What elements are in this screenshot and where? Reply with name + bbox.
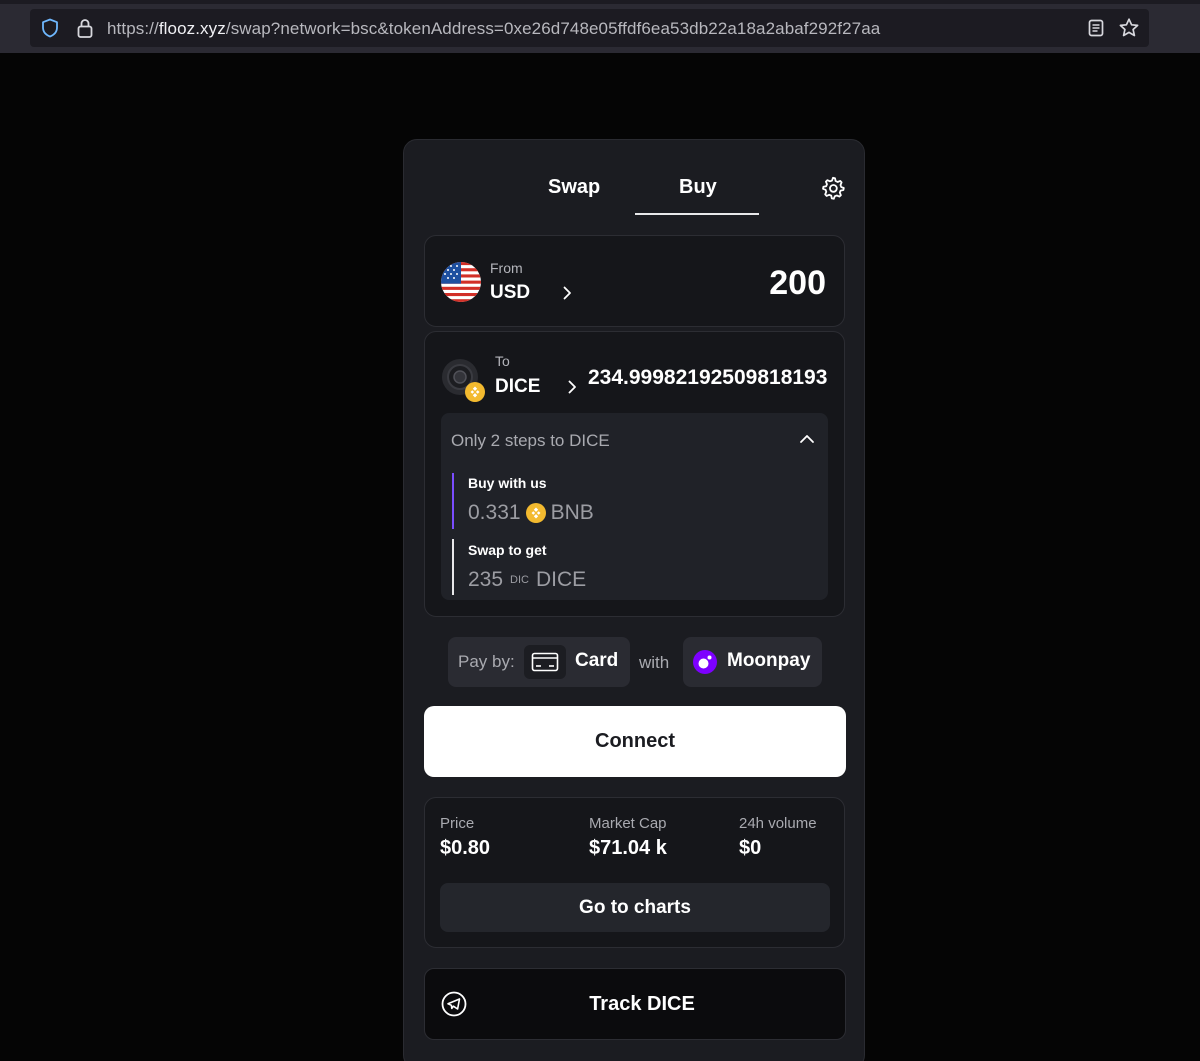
step2-title: Swap to get (468, 542, 547, 558)
chevron-up-icon[interactable] (799, 433, 815, 445)
with-label: with (639, 653, 670, 672)
tab-strip (0, 0, 1200, 4)
step1-value: 0.331 BNB (468, 501, 594, 525)
price-value: $0.80 (440, 837, 491, 859)
payment-provider-selector[interactable]: Moonpay (683, 637, 822, 687)
to-amount-value: 234.999821925098181937 (588, 366, 828, 389)
url-text[interactable]: https://flooz.xyz/swap?network=bsc&token… (107, 19, 880, 39)
step1-title: Buy with us (468, 475, 547, 491)
from-amount-input[interactable]: 200 (769, 264, 826, 303)
tab-buy[interactable]: Buy (679, 176, 717, 199)
bnb-coin-icon (525, 503, 546, 523)
track-token-button[interactable]: Track DICE (424, 968, 846, 1040)
payment-provider-label: Moonpay (727, 650, 811, 671)
volume-value: $0 (739, 837, 762, 859)
step1-amount: 0.331 (468, 501, 521, 524)
track-label: Track DICE (589, 993, 695, 1015)
step2-indicator (452, 539, 454, 595)
tracking-protection-shield-icon[interactable] (40, 18, 60, 38)
payment-method-label: Card (575, 650, 619, 671)
url-host: flooz.xyz (158, 19, 226, 38)
moonpay-logo-icon (693, 650, 717, 674)
url-path: /swap?network=bsc&tokenAddress=0xe26d748… (225, 19, 881, 38)
from-currency[interactable]: USD (490, 282, 530, 304)
pay-by-label: Pay by: (458, 652, 515, 671)
credit-card-icon (524, 645, 566, 679)
active-tab-indicator (635, 213, 759, 215)
from-panel[interactable]: From USD 200 (424, 235, 845, 327)
tab-swap[interactable]: Swap (548, 176, 600, 199)
step2-amount: 235 (468, 568, 504, 591)
step1-indicator (452, 473, 454, 529)
lock-icon[interactable] (75, 17, 95, 39)
steps-panel: Only 2 steps to DICE Buy with us 0.331 B… (441, 413, 828, 600)
go-to-charts-button[interactable]: Go to charts (440, 883, 830, 932)
from-label: From (490, 260, 523, 276)
token-stats-panel: Price $0.80 Market Cap $71.04 k 24h volu… (424, 797, 845, 948)
url-prefix: https:// (107, 19, 159, 38)
reader-view-icon[interactable] (1086, 18, 1106, 38)
step1-unit: BNB (550, 501, 594, 524)
settings-gear-icon[interactable] (821, 176, 845, 200)
dice-token-icon (442, 359, 485, 402)
swap-widget: Swap Buy From USD 200 To DICE 234.999821… (403, 139, 865, 1061)
market-cap-label: Market Cap (589, 815, 667, 832)
chevron-right-icon[interactable] (565, 380, 579, 394)
step2-value: 235 DIC DICE (468, 568, 586, 592)
to-panel: To DICE 234.999821925098181937 Only 2 st… (424, 331, 845, 617)
volume-label: 24h volume (739, 815, 817, 832)
to-label: To (495, 353, 510, 369)
to-token[interactable]: DICE (495, 376, 540, 398)
us-flag-icon (441, 262, 481, 302)
dice-token-tag: DIC (510, 574, 529, 586)
address-bar[interactable]: https://flooz.xyz/swap?network=bsc&token… (30, 9, 1149, 47)
step2-unit: DICE (536, 568, 587, 591)
bookmark-star-icon[interactable] (1118, 17, 1140, 39)
payment-method-selector[interactable]: Pay by: Card (448, 637, 630, 687)
price-label: Price (440, 815, 475, 832)
chevron-right-icon[interactable] (560, 286, 574, 300)
connect-button[interactable]: Connect (424, 706, 846, 777)
browser-toolbar: https://flooz.xyz/swap?network=bsc&token… (0, 0, 1200, 53)
market-cap-value: $71.04 k (589, 837, 667, 859)
steps-title: Only 2 steps to DICE (451, 431, 610, 450)
